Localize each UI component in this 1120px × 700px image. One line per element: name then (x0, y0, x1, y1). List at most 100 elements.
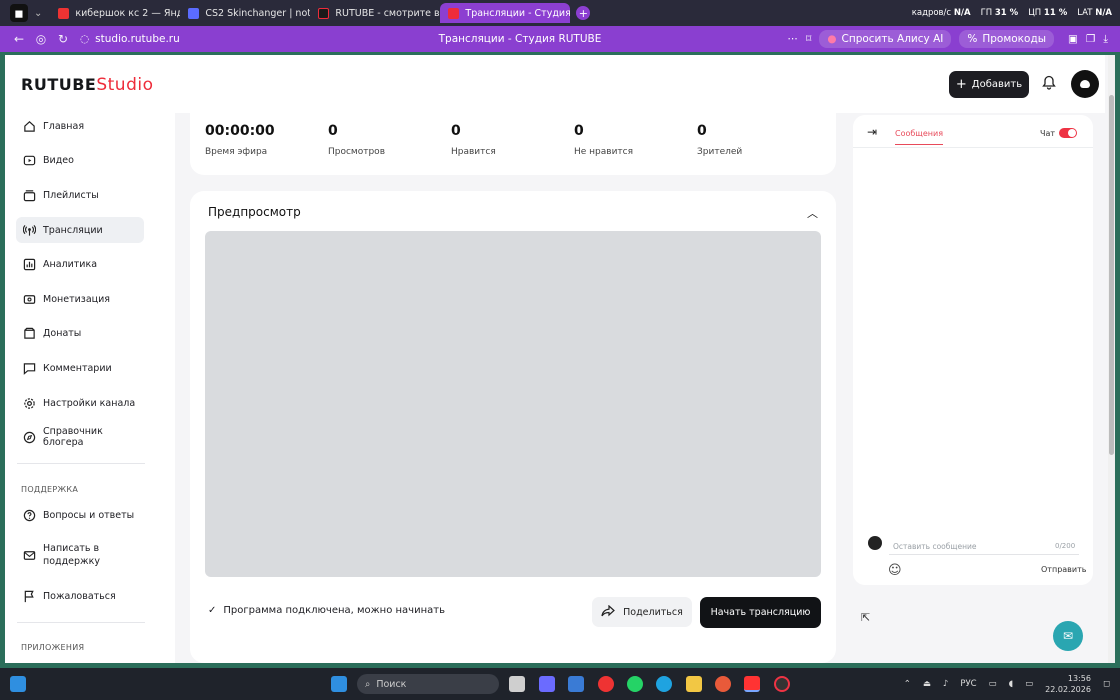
studio-header: RUTUBEStudio + Добавить (5, 55, 1105, 113)
chat-panel: ⇥ Сообщения Чат Оставить сообщение 0/200… (853, 115, 1093, 585)
alice-ai-button[interactable]: ● Спросить Алису AI (819, 30, 952, 48)
mail-icon (22, 548, 36, 562)
store-icon[interactable] (568, 676, 584, 692)
sidebar-item-home[interactable]: Главная (16, 113, 144, 139)
browser-menu-icon[interactable]: ◼ (10, 4, 28, 22)
taskbar-search[interactable]: ⌕ Поиск (357, 674, 499, 694)
user-avatar[interactable] (1071, 70, 1099, 98)
back-arrow-icon[interactable]: ← (8, 32, 30, 46)
sidebar-item-donations[interactable]: Донаты (16, 320, 144, 346)
rutube-studio-logo[interactable]: RUTUBEStudio (21, 75, 154, 95)
chat-toggle[interactable] (1059, 128, 1077, 138)
chevron-up-icon[interactable]: ︿ (807, 205, 818, 221)
comment-icon (22, 361, 36, 375)
share-button[interactable]: Поделиться (592, 597, 692, 627)
connection-status: ✓ Программа подключена, можно начинать (208, 605, 445, 616)
chat-char-counter: 0/200 (1055, 542, 1076, 550)
add-button[interactable]: + Добавить (949, 71, 1029, 98)
file-explorer-icon[interactable] (686, 676, 702, 692)
share-arrow-icon (601, 604, 616, 620)
donation-icon (22, 326, 36, 340)
yandex-browser-icon[interactable] (598, 676, 614, 692)
chat-toggle-label: Чат (1040, 129, 1056, 138)
sidebar-item-analytics[interactable]: Аналитика (16, 251, 144, 277)
bookmark-icon[interactable]: ⌑ (806, 33, 811, 45)
page-scrollbar[interactable] (1108, 55, 1115, 663)
microphone-icon[interactable]: ♪ (943, 679, 948, 689)
site-info-icon[interactable]: ◌ (80, 33, 89, 45)
usb-icon[interactable]: ⏏ (923, 679, 931, 689)
scrollbar-thumb[interactable] (1109, 95, 1114, 455)
url-field[interactable]: ◌ studio.rutube.ru (80, 33, 180, 45)
monetization-icon (22, 292, 36, 306)
browser-tab-2[interactable]: CS2 Skinchanger | not_sum (180, 3, 310, 23)
browser-tab-4-active[interactable]: Трансляции - Студия R ✕ (440, 3, 571, 23)
chat-user-avatar-icon (868, 536, 882, 550)
sidebar-item-report[interactable]: Пожаловаться (16, 583, 144, 609)
chat-message-input[interactable]: Оставить сообщение (889, 537, 1079, 555)
video-preview-area[interactable] (205, 231, 821, 577)
extensions-icon[interactable]: ❐ (1086, 33, 1095, 45)
stat-airtime: 00:00:00 Время эфира (205, 123, 275, 157)
tab-messages[interactable]: Сообщения (895, 129, 944, 145)
steam-icon[interactable] (774, 676, 790, 692)
browser-tab-3[interactable]: RUTUBE - смотрите виде (310, 3, 440, 23)
screenshot-icon[interactable]: ▣ (1068, 33, 1078, 45)
skinchanger-favicon-icon (188, 7, 200, 19)
chat-bubble-icon: ✉ (1062, 629, 1074, 643)
edge-icon[interactable] (656, 676, 672, 692)
sidebar-item-monetization[interactable]: Монетизация (16, 286, 144, 312)
download-icon[interactable]: ⤓ (1103, 33, 1108, 46)
browser-tab-1[interactable]: кибершок кс 2 — Яндекс (50, 3, 180, 23)
sidebar-item-playlists[interactable]: Плейлисты (16, 182, 144, 208)
volume-icon[interactable]: ◖ (1009, 679, 1013, 689)
teams-icon[interactable] (539, 676, 555, 692)
sidebar-item-comments[interactable]: Комментарии (16, 355, 144, 381)
stat-viewers: 0 Зрителей (697, 123, 743, 157)
promo-codes-button[interactable]: % Промокоды (959, 30, 1054, 48)
language-indicator[interactable]: РУС (960, 679, 976, 689)
guide-icon (22, 430, 36, 444)
send-button[interactable]: Отправить (1041, 565, 1086, 574)
battery-icon[interactable]: ▭ (1025, 679, 1033, 689)
broadcast-icon (22, 223, 36, 237)
sidebar-item-channel-settings[interactable]: Настройки канала (16, 390, 144, 416)
sidebar-item-contact-support[interactable]: Написать в поддержку (16, 537, 144, 573)
support-chat-button[interactable]: ✉ (1053, 621, 1083, 651)
chat-divider (853, 147, 1093, 148)
task-view-icon[interactable] (509, 676, 525, 692)
start-broadcast-button[interactable]: Начать трансляцию (700, 597, 821, 628)
sidebar-divider (17, 463, 145, 464)
widgets-icon[interactable] (10, 676, 26, 692)
chevron-up-icon[interactable]: ⌃ (904, 679, 911, 689)
chevron-down-icon[interactable]: ⌄ (34, 8, 42, 19)
home-icon (22, 119, 36, 133)
emoji-icon[interactable]: ☺ (888, 563, 902, 578)
flag-icon (22, 589, 36, 603)
sidebar-item-faq[interactable]: Вопросы и ответы (16, 502, 144, 528)
bell-icon[interactable] (1042, 75, 1056, 94)
reload-icon[interactable]: ↻ (52, 32, 74, 46)
monitor-icon[interactable]: ▭ (989, 679, 997, 689)
sidebar-item-video[interactable]: Видео (16, 147, 144, 173)
whatsapp-icon[interactable] (627, 676, 643, 692)
sidebar-item-broadcasts[interactable]: Трансляции (16, 217, 144, 243)
search-icon: ⌕ (365, 678, 371, 690)
browser-address-bar: ← ◎ ↻ ◌ studio.rutube.ru Трансляции - Ст… (0, 26, 1120, 52)
sidebar-item-blogger-guide[interactable]: Справочник блогера (16, 424, 144, 450)
page-viewport: RUTUBEStudio + Добавить Главная Видео Пл… (5, 55, 1115, 663)
shield-icon[interactable]: ◎ (30, 32, 52, 46)
app-icon[interactable] (715, 676, 731, 692)
windows-start-icon[interactable] (331, 676, 347, 692)
rutube-favicon-icon (318, 7, 330, 19)
gear-icon (22, 396, 36, 410)
notification-icon[interactable]: ◻ (1103, 679, 1110, 689)
yandex-favicon-icon (58, 7, 70, 19)
collapse-panel-icon[interactable]: ⇥ (867, 125, 877, 139)
yandex-icon[interactable] (744, 676, 760, 692)
sidebar: Главная Видео Плейлисты Трансляции Анали… (5, 113, 175, 663)
clock[interactable]: 13:56 22.02.2026 (1045, 673, 1091, 695)
new-tab-button[interactable]: + (576, 6, 591, 20)
page-title-display: Трансляции - Студия RUTUBE (438, 33, 602, 45)
more-icon[interactable]: ⋯ (787, 33, 798, 45)
